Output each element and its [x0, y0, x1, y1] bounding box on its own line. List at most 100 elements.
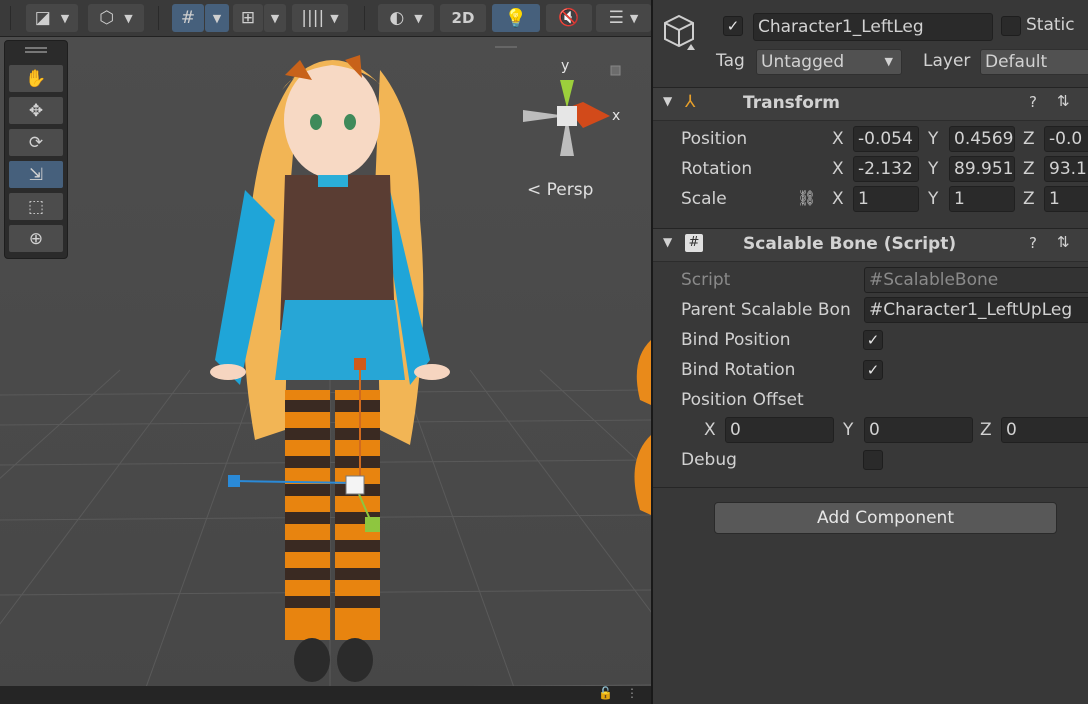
offset-x-label[interactable]: X: [704, 420, 716, 440]
offset-z-label[interactable]: Z: [980, 420, 992, 440]
audio-toggle[interactable]: 🔇: [546, 4, 592, 32]
bind-rotation-label: Bind Rotation: [681, 360, 796, 380]
tools-overlay: ✋ ✥ ⟳ ⇲ ⬚ ⊕: [4, 40, 68, 259]
script-file-icon: #: [869, 270, 884, 290]
scale-y-field[interactable]: 1: [949, 186, 1015, 212]
offset-x-field[interactable]: 0: [725, 417, 834, 443]
script-icon: #: [685, 234, 703, 252]
scene-toolbar: ◪ ▼ ⬡ ▼ # ▼ ⊞ ▼ |||| ▼ ◐ ▼ 2D 💡 🔇 ☰ ▼: [0, 0, 651, 37]
scalable-bone-header[interactable]: ▼ # Scalable Bone (Script) ? ⇅: [653, 228, 1088, 262]
hand-icon: ✋: [25, 68, 47, 89]
scale-tool[interactable]: ⇲: [9, 161, 63, 188]
lock-icon[interactable]: 🔓: [598, 686, 613, 700]
scene-bottom-strip: 🔓 ⋮: [0, 686, 651, 704]
effects-dropdown[interactable]: ☰ ▼: [596, 4, 651, 32]
perspective-label[interactable]: < Persp: [527, 180, 593, 200]
grid-snap-dropdown[interactable]: ▼: [205, 4, 229, 32]
overlay-grip[interactable]: [25, 47, 47, 49]
mute-icon: 🔇: [558, 8, 580, 28]
debug-label: Debug: [681, 450, 737, 470]
scale-x-field[interactable]: 1: [853, 186, 919, 212]
bind-position-checkbox[interactable]: ✓: [863, 330, 883, 350]
rotation-y-label[interactable]: Y: [928, 159, 938, 179]
tag-dropdown[interactable]: Untagged ▼: [756, 49, 902, 75]
add-component-button[interactable]: Add Component: [714, 502, 1057, 534]
active-checkbox[interactable]: ✓: [723, 16, 743, 36]
draw-mode-dropdown[interactable]: ◪ ▼: [26, 4, 78, 32]
foldout-arrow-icon[interactable]: ▼: [663, 94, 672, 108]
offset-y-field[interactable]: 0: [864, 417, 973, 443]
toggle-2d-button[interactable]: 2D: [440, 4, 486, 32]
ruler-icon: ||||: [301, 8, 325, 28]
position-label: Position: [681, 129, 748, 149]
scene-view[interactable]: y x ◪ ▼ ⬡ ▼ # ▼ ⊞ ▼ |||| ▼ ◐ ▼ 2D 💡 🔇 ☰ ▼ ✋: [0, 0, 651, 704]
scene-canvas[interactable]: y x: [0, 0, 651, 704]
grid-dropdown[interactable]: ▼: [264, 4, 286, 32]
rotation-label: Rotation: [681, 159, 753, 179]
transform-header[interactable]: ▼ ⅄ Transform ? ⇅: [653, 87, 1088, 121]
scale-y-label[interactable]: Y: [928, 189, 938, 209]
position-y-field[interactable]: 0.4569: [949, 126, 1015, 152]
constrain-proportions-icon[interactable]: ⛓: [797, 189, 816, 207]
persp-arrow-icon: <: [527, 180, 542, 200]
scene-drag-handle: [495, 46, 517, 48]
scale-z-label[interactable]: Z: [1023, 189, 1035, 209]
static-checkbox[interactable]: [1001, 16, 1021, 36]
sphere-icon: ◐: [389, 8, 405, 28]
gizmo-x-label: x: [612, 108, 620, 124]
position-x-field[interactable]: -0.054: [853, 126, 919, 152]
position-z-label[interactable]: Z: [1023, 129, 1035, 149]
rotation-z-field[interactable]: 93.1(: [1044, 156, 1088, 182]
grid-snap-icon: #: [180, 8, 196, 28]
help-icon[interactable]: ?: [1029, 234, 1037, 252]
lightbulb-icon: 💡: [504, 7, 528, 29]
scalable-bone-title: Scalable Bone (Script): [743, 234, 957, 254]
snap-increment-dropdown[interactable]: |||| ▼: [292, 4, 348, 32]
rect-icon: ⬚: [27, 196, 45, 217]
chevron-down-icon: ▼: [884, 55, 893, 68]
script-field: #ScalableBone: [864, 267, 1088, 293]
rect-tool[interactable]: ⬚: [9, 193, 63, 220]
settings-sliders-icon[interactable]: ⇅: [1057, 92, 1070, 110]
rotation-y-field[interactable]: 89.951: [949, 156, 1015, 182]
bind-rotation-checkbox[interactable]: ✓: [863, 360, 883, 380]
settings-sliders-icon[interactable]: ⇅: [1057, 233, 1070, 251]
position-z-field[interactable]: -0.0: [1044, 126, 1088, 152]
gameobject-icon[interactable]: [663, 12, 699, 52]
more-icon[interactable]: ⋮: [626, 686, 638, 700]
layer-label: Layer: [923, 51, 971, 71]
parent-scalable-bone-field[interactable]: #Character1_LeftUpLeg: [864, 297, 1088, 323]
render-mode-dropdown[interactable]: ⬡ ▼: [88, 4, 144, 32]
position-y-label[interactable]: Y: [928, 129, 938, 149]
rotate-tool[interactable]: ⟳: [9, 129, 63, 156]
scale-x-label[interactable]: X: [832, 189, 844, 209]
rotation-x-field[interactable]: -2.132: [853, 156, 919, 182]
rotation-z-label[interactable]: Z: [1023, 159, 1035, 179]
offset-z-field[interactable]: 0: [1001, 417, 1088, 443]
bind-position-label: Bind Position: [681, 330, 791, 350]
hand-tool[interactable]: ✋: [9, 65, 63, 92]
transform-tool[interactable]: ⊕: [9, 225, 63, 252]
rotation-x-label[interactable]: X: [832, 159, 844, 179]
grid-visibility-button[interactable]: ⊞: [233, 4, 263, 32]
shading-icon: ◪: [34, 8, 51, 28]
grid-snap-button[interactable]: #: [172, 4, 204, 32]
help-icon[interactable]: ?: [1029, 93, 1037, 111]
static-label: Static: [1026, 15, 1075, 35]
foldout-arrow-icon[interactable]: ▼: [663, 235, 672, 249]
offset-y-label[interactable]: Y: [843, 420, 853, 440]
object-name-field[interactable]: Character1_LeftLeg: [753, 13, 993, 41]
move-icon: ✥: [28, 100, 44, 121]
grid-icon: ⊞: [240, 8, 256, 28]
layer-dropdown[interactable]: Default: [980, 49, 1088, 75]
layers-icon: ☰: [608, 8, 624, 28]
transform-icon: ⅄: [685, 92, 696, 112]
move-tool[interactable]: ✥: [9, 97, 63, 124]
debug-checkbox[interactable]: [863, 450, 883, 470]
position-x-label[interactable]: X: [832, 129, 844, 149]
draw-shaded-dropdown[interactable]: ◐ ▼: [378, 4, 434, 32]
lighting-toggle[interactable]: 💡: [492, 4, 540, 32]
transform-icon: ⊕: [28, 228, 44, 249]
scale-label: Scale: [681, 189, 727, 209]
scale-z-field[interactable]: 1: [1044, 186, 1088, 212]
